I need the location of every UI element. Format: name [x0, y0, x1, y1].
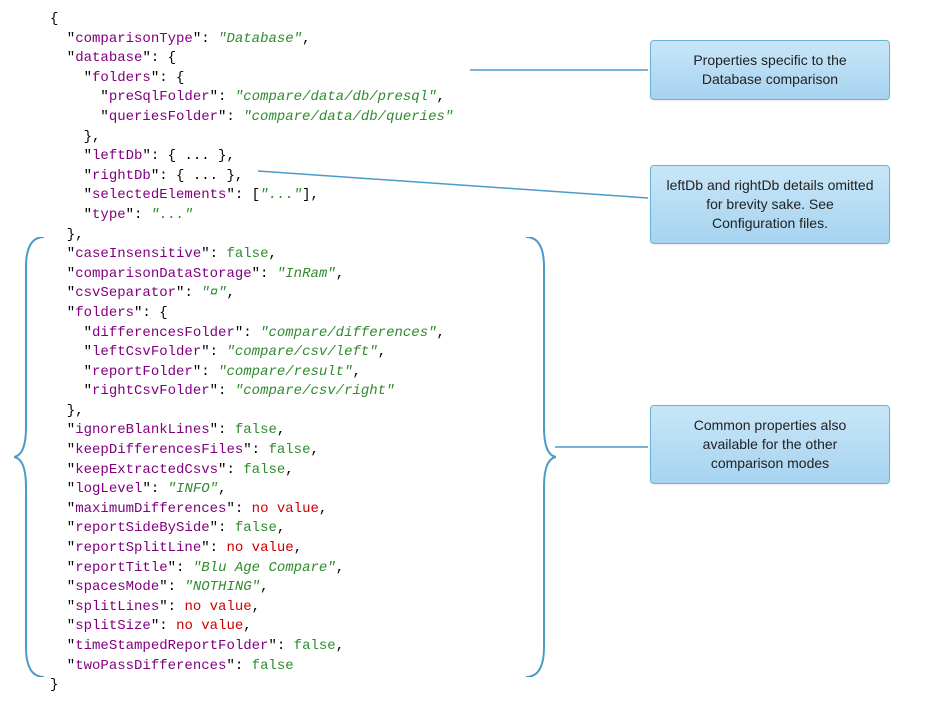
code-line: "spacesMode": "NOTHING", — [50, 578, 600, 598]
code-line: "folders": { — [50, 69, 600, 89]
code-line: }, — [50, 128, 600, 148]
code-line: "preSqlFolder": "compare/data/db/presql"… — [50, 88, 600, 108]
code-line: "keepExtractedCsvs": false, — [50, 461, 600, 481]
code-line: "csvSeparator": "¤", — [50, 284, 600, 304]
callout-omitted: leftDb and rightDb details omitted for b… — [650, 165, 890, 244]
code-line: "splitLines": no value, — [50, 598, 600, 618]
callout-text: Properties specific to the Database comp… — [693, 52, 846, 87]
code-line: "splitSize": no value, — [50, 617, 600, 637]
code-line: "folders": { — [50, 304, 600, 324]
code-line: "reportTitle": "Blu Age Compare", — [50, 559, 600, 579]
code-line: "type": "..." — [50, 206, 600, 226]
code-line: "rightDb": { ... }, — [50, 167, 600, 187]
code-line: "rightCsvFolder": "compare/csv/right" — [50, 382, 600, 402]
code-line: }, — [50, 226, 600, 246]
callout-text: Common properties also available for the… — [694, 417, 847, 471]
code-line: "logLevel": "INFO", — [50, 480, 600, 500]
code-line: "queriesFolder": "compare/data/db/querie… — [50, 108, 600, 128]
code-line: "reportSplitLine": no value, — [50, 539, 600, 559]
code-line: "timeStampedReportFolder": false, — [50, 637, 600, 657]
code-line: "leftCsvFolder": "compare/csv/left", — [50, 343, 600, 363]
code-line: "comparisonType": "Database", — [50, 30, 600, 50]
callout-database-props: Properties specific to the Database comp… — [650, 40, 890, 100]
code-line: "maximumDifferences": no value, — [50, 500, 600, 520]
code-line: "comparisonDataStorage": "InRam", — [50, 265, 600, 285]
code-line: "selectedElements": ["..."], — [50, 186, 600, 206]
code-line: { — [50, 10, 600, 30]
code-line: } — [50, 676, 600, 696]
code-line: }, — [50, 402, 600, 422]
code-line: "leftDb": { ... }, — [50, 147, 600, 167]
code-line: "twoPassDifferences": false — [50, 657, 600, 677]
code-line: "caseInsensitive": false, — [50, 245, 600, 265]
code-line: "keepDifferencesFiles": false, — [50, 441, 600, 461]
callout-common-props: Common properties also available for the… — [650, 405, 890, 484]
code-line: "reportFolder": "compare/result", — [50, 363, 600, 383]
callout-text: leftDb and rightDb details omitted for b… — [667, 177, 874, 231]
code-line: "differencesFolder": "compare/difference… — [50, 324, 600, 344]
code-line: "database": { — [50, 49, 600, 69]
code-line: "reportSideBySide": false, — [50, 519, 600, 539]
left-brace-icon — [14, 237, 50, 677]
code-line: "ignoreBlankLines": false, — [50, 421, 600, 441]
json-code-block: { "comparisonType": "Database", "databas… — [50, 10, 600, 696]
